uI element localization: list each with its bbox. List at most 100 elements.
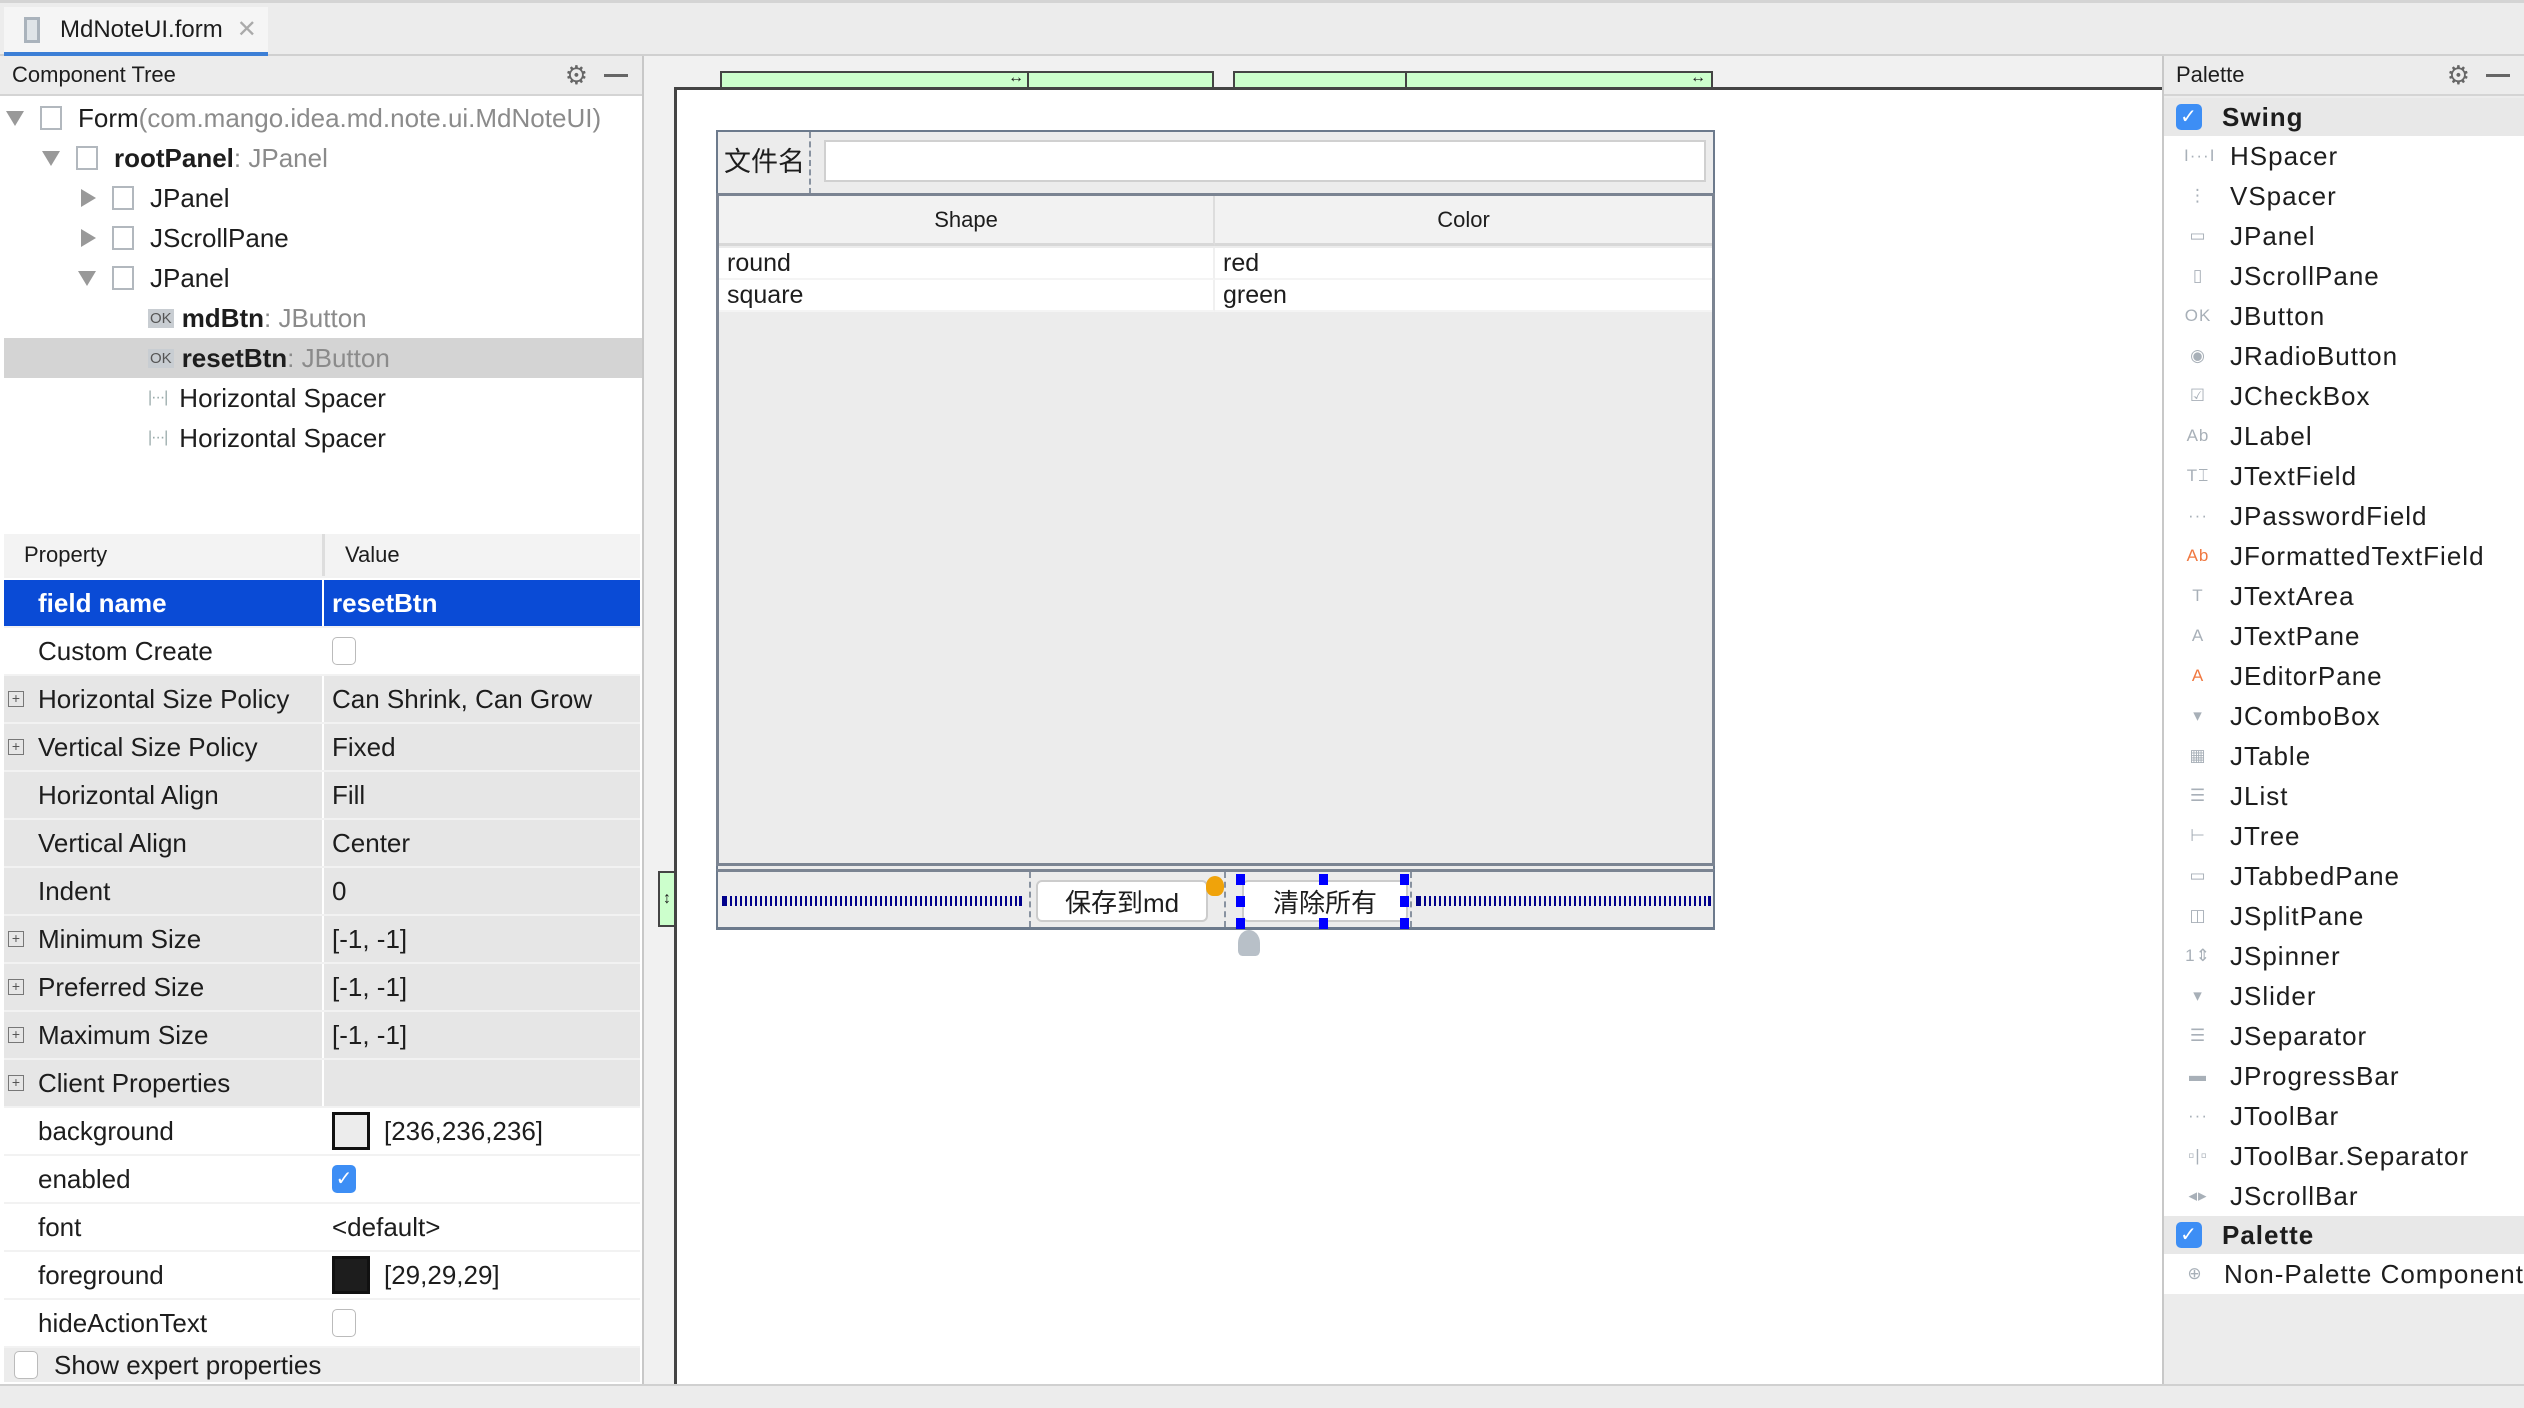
tree-item[interactable]: |···| Horizontal Spacer	[4, 378, 642, 418]
property-value[interactable]: [236,236,236]	[322, 1108, 640, 1154]
property-value[interactable]: Center	[322, 820, 640, 866]
property-row[interactable]: background [236,236,236]	[4, 1108, 640, 1156]
collapsed-arrow-icon[interactable]	[81, 229, 96, 247]
property-row[interactable]: hideActionText	[4, 1300, 640, 1348]
table-cell[interactable]: square	[719, 280, 1215, 312]
palette-item[interactable]: ☰ JSeparator	[2164, 1016, 2524, 1056]
palette-item[interactable]: ⊕ Non-Palette Component	[2164, 1254, 2524, 1294]
palette-item[interactable]: Ab JFormattedTextField	[2164, 536, 2524, 576]
palette-item[interactable]: ▬ JProgressBar	[2164, 1056, 2524, 1096]
palette-item[interactable]: ▯ JScrollPane	[2164, 256, 2524, 296]
property-value[interactable]: resetBtn	[322, 580, 640, 626]
gear-icon[interactable]: ⚙	[2447, 60, 2470, 91]
property-row[interactable]: Indent 0	[4, 868, 640, 916]
column-guide-1[interactable]: ↔	[720, 69, 1214, 87]
palette-item[interactable]: I···I HSpacer	[2164, 136, 2524, 176]
tree-item[interactable]: |···| Horizontal Spacer	[4, 418, 642, 458]
property-row[interactable]: Vertical Align Center	[4, 820, 640, 868]
palette-item[interactable]: ▾ JSlider	[2164, 976, 2524, 1016]
property-checkbox[interactable]	[332, 1309, 356, 1337]
save-to-md-button[interactable]: 保存到md	[1036, 880, 1208, 922]
expanded-arrow-icon[interactable]	[78, 270, 96, 286]
row-guide[interactable]: ↕	[658, 871, 674, 927]
table-cell[interactable]: green	[1215, 280, 1712, 312]
property-row[interactable]: + Client Properties	[4, 1060, 640, 1108]
expanded-arrow-icon[interactable]	[42, 150, 60, 166]
property-row[interactable]: + Vertical Size Policy Fixed	[4, 724, 640, 772]
palette-item[interactable]: ▦ JTable	[2164, 736, 2524, 776]
property-value[interactable]	[322, 1300, 640, 1346]
palette-item[interactable]: OK JButton	[2164, 296, 2524, 336]
tree-item[interactable]: OK mdBtn : JButton	[4, 298, 642, 338]
tree-item[interactable]: rootPanel : JPanel	[4, 138, 642, 178]
property-row[interactable]: field name resetBtn	[4, 580, 640, 628]
property-value[interactable]: [29,29,29]	[322, 1252, 640, 1298]
reset-button[interactable]: 清除所有	[1242, 880, 1408, 922]
collapsed-arrow-icon[interactable]	[81, 189, 96, 207]
property-row[interactable]: Custom Create	[4, 628, 640, 676]
property-value[interactable]: Fill	[322, 772, 640, 818]
palette-item[interactable]: ◂▸ JScrollBar	[2164, 1176, 2524, 1216]
resize-arrows-icon[interactable]: ↔	[1690, 69, 1706, 87]
palette-item[interactable]: ☰ JList	[2164, 776, 2524, 816]
palette-item[interactable]: T⌶ JTextField	[2164, 456, 2524, 496]
column-header-color[interactable]: Color	[1215, 196, 1712, 246]
palette-group-swing[interactable]: ✓ Swing	[2164, 98, 2524, 136]
tab-mdnoteui-form[interactable]: MdNoteUI.form ✕	[4, 7, 268, 57]
shape-color-table[interactable]: Shape Color round red square green	[716, 193, 1715, 866]
property-value[interactable]: Can Shrink, Can Grow	[322, 676, 640, 722]
show-expert-checkbox[interactable]	[14, 1351, 38, 1379]
palette-item[interactable]: ◉ JRadioButton	[2164, 336, 2524, 376]
table-cell[interactable]: red	[1215, 248, 1712, 280]
tree-item[interactable]: Form (com.mango.idea.md.note.ui.MdNoteUI…	[4, 98, 642, 138]
minimize-icon[interactable]	[2486, 73, 2510, 77]
gear-icon[interactable]: ⚙	[565, 60, 588, 91]
expand-plus-icon[interactable]: +	[8, 979, 24, 995]
property-value[interactable]	[322, 1060, 640, 1106]
property-value[interactable]: ✓	[322, 1156, 640, 1202]
group-checkbox[interactable]: ✓	[2176, 1222, 2202, 1248]
property-row[interactable]: enabled ✓	[4, 1156, 640, 1204]
expand-plus-icon[interactable]: +	[8, 739, 24, 755]
horizontal-spacer-left[interactable]	[722, 896, 1022, 906]
palette-item[interactable]: ⊢ JTree	[2164, 816, 2524, 856]
property-value[interactable]	[322, 628, 640, 674]
tree-item[interactable]: OK resetBtn : JButton	[4, 338, 642, 378]
color-swatch[interactable]	[332, 1256, 370, 1294]
column-header-shape[interactable]: Shape	[719, 196, 1215, 246]
palette-item[interactable]: T JTextArea	[2164, 576, 2524, 616]
table-cell[interactable]: round	[719, 248, 1215, 280]
palette-item[interactable]: 1⇕ JSpinner	[2164, 936, 2524, 976]
property-row[interactable]: + Preferred Size [-1, -1]	[4, 964, 640, 1012]
minimize-icon[interactable]	[604, 73, 628, 77]
button-panel[interactable]: 保存到md 清除所有	[716, 869, 1715, 929]
palette-item[interactable]: Ab JLabel	[2164, 416, 2524, 456]
horizontal-spacer-right[interactable]	[1416, 896, 1711, 906]
anchor-person-icon[interactable]	[1238, 930, 1260, 956]
property-row[interactable]: + Horizontal Size Policy Can Shrink, Can G…	[4, 676, 640, 724]
palette-item[interactable]: ▫|▫ JToolBar.Separator	[2164, 1136, 2524, 1176]
palette-item[interactable]: A JEditorPane	[2164, 656, 2524, 696]
expand-plus-icon[interactable]: +	[8, 1075, 24, 1091]
expand-plus-icon[interactable]: +	[8, 1027, 24, 1043]
property-row[interactable]: Horizontal Align Fill	[4, 772, 640, 820]
palette-item[interactable]: ☑ JCheckBox	[2164, 376, 2524, 416]
close-icon[interactable]: ✕	[237, 15, 257, 44]
expand-plus-icon[interactable]: +	[8, 691, 24, 707]
expanded-arrow-icon[interactable]	[6, 110, 24, 126]
palette-item[interactable]: ▭ JTabbedPane	[2164, 856, 2524, 896]
property-checkbox[interactable]	[332, 637, 356, 665]
property-value[interactable]: [-1, -1]	[322, 1012, 640, 1058]
color-swatch[interactable]	[332, 1112, 370, 1150]
property-row[interactable]: + Maximum Size [-1, -1]	[4, 1012, 640, 1060]
tree-item[interactable]: JPanel	[4, 178, 642, 218]
palette-group-palette[interactable]: ✓ Palette	[2164, 1216, 2524, 1254]
palette-item[interactable]: ··· JToolBar	[2164, 1096, 2524, 1136]
group-checkbox[interactable]: ✓	[2176, 104, 2202, 130]
palette-item[interactable]: ◫ JSplitPane	[2164, 896, 2524, 936]
property-row[interactable]: font <default>	[4, 1204, 640, 1252]
property-value[interactable]: <default>	[322, 1204, 640, 1250]
property-value[interactable]: Fixed	[322, 724, 640, 770]
property-value[interactable]: 0	[322, 868, 640, 914]
palette-item[interactable]: ⋮ VSpacer	[2164, 176, 2524, 216]
